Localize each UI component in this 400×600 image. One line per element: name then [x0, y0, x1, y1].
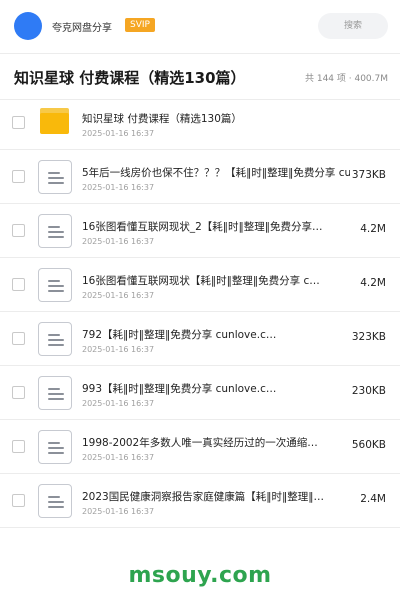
list-item[interactable]: 16张图看懂互联网现状_2【耗‖时‖整理‖免费分享… 2025-01-16 16… — [0, 204, 400, 258]
item-checkbox[interactable] — [12, 494, 25, 507]
folder-icon — [38, 106, 72, 140]
document-icon — [38, 214, 72, 248]
list-item[interactable]: 1998-2002年多数人唯一真实经历过的一次通缩… 2025-01-16 16… — [0, 420, 400, 474]
file-name: 792【耗‖时‖整理‖免费分享 cunlove.c… — [82, 329, 277, 341]
file-date: 2025-01-16 16:37 — [82, 291, 155, 300]
search-input[interactable]: 搜索 — [318, 13, 388, 39]
file-date: 2025-01-16 16:37 — [82, 507, 155, 516]
file-name: 16张图看懂互联网现状【耗‖时‖整理‖免费分享 c… — [82, 275, 320, 287]
file-size: 560KB — [351, 439, 386, 451]
file-name: 知识星球 付费课程（精选130篇） — [82, 113, 242, 125]
file-size: 4.2M — [360, 277, 386, 289]
page-title: 知识星球 付费课程（精选130篇） — [14, 69, 246, 87]
list-item[interactable]: 知识星球 付费课程（精选130篇） 2025-01-16 16:37 — [0, 96, 400, 150]
title-row: 知识星球 付费课程（精选130篇） 共 144 项 · 400.7M — [0, 54, 400, 100]
svip-badge: SVIP — [125, 18, 155, 32]
file-size: 2.4M — [360, 493, 386, 505]
document-icon — [38, 160, 72, 194]
file-name: 2023国民健康洞察报告家庭健康篇【耗‖时‖整理‖… — [82, 491, 324, 503]
folder-summary: 共 144 项 · 400.7M — [304, 74, 388, 84]
file-date: 2025-01-16 16:37 — [82, 129, 155, 138]
app-name: 夸克网盘分享 — [52, 23, 112, 34]
file-size: 230KB — [351, 385, 386, 397]
list-item[interactable]: 792【耗‖时‖整理‖免费分享 cunlove.c… 2025-01-16 16… — [0, 312, 400, 366]
item-checkbox[interactable] — [12, 170, 25, 183]
file-name: 5年后一线房价也保不住？？？【耗‖时‖整理‖免费分享 cunlove.cn】 — [82, 167, 350, 179]
item-checkbox[interactable] — [12, 332, 25, 345]
item-checkbox[interactable] — [12, 386, 25, 399]
list-item[interactable]: 5年后一线房价也保不住？？？【耗‖时‖整理‖免费分享 cunlove.cn】 2… — [0, 150, 400, 204]
item-checkbox[interactable] — [12, 278, 25, 291]
file-list: 知识星球 付费课程（精选130篇） 2025-01-16 16:37 5年后一线… — [0, 96, 400, 528]
document-icon — [38, 268, 72, 302]
item-checkbox[interactable] — [12, 116, 25, 129]
list-item[interactable]: 16张图看懂互联网现状【耗‖时‖整理‖免费分享 c… 2025-01-16 16… — [0, 258, 400, 312]
document-icon — [38, 484, 72, 518]
file-date: 2025-01-16 16:37 — [82, 345, 155, 354]
file-date: 2025-01-16 16:37 — [82, 453, 155, 462]
file-size: 373KB — [351, 169, 386, 181]
item-checkbox[interactable] — [12, 440, 25, 453]
file-name: 16张图看懂互联网现状_2【耗‖时‖整理‖免费分享… — [82, 221, 323, 233]
list-item[interactable]: 993【耗‖时‖整理‖免费分享 cunlove.c… 2025-01-16 16… — [0, 366, 400, 420]
list-item[interactable]: 2023国民健康洞察报告家庭健康篇【耗‖时‖整理‖… 2025-01-16 16… — [0, 474, 400, 528]
document-icon — [38, 376, 72, 410]
avatar[interactable] — [14, 12, 42, 40]
header: 夸克网盘分享 SVIP 搜索 — [0, 0, 400, 54]
file-date: 2025-01-16 16:37 — [82, 399, 155, 408]
item-checkbox[interactable] — [12, 224, 25, 237]
share-page: 夸克网盘分享 SVIP 搜索 知识星球 付费课程（精选130篇） 共 144 项… — [0, 0, 400, 600]
document-icon — [38, 430, 72, 464]
document-icon — [38, 322, 72, 356]
file-name: 993【耗‖时‖整理‖免费分享 cunlove.c… — [82, 383, 277, 395]
file-name: 1998-2002年多数人唯一真实经历过的一次通缩… — [82, 437, 318, 449]
file-size: 4.2M — [360, 223, 386, 235]
file-date: 2025-01-16 16:37 — [82, 237, 155, 246]
watermark: msouy.com — [128, 563, 272, 588]
file-date: 2025-01-16 16:37 — [82, 183, 155, 192]
file-size: 323KB — [351, 331, 386, 343]
